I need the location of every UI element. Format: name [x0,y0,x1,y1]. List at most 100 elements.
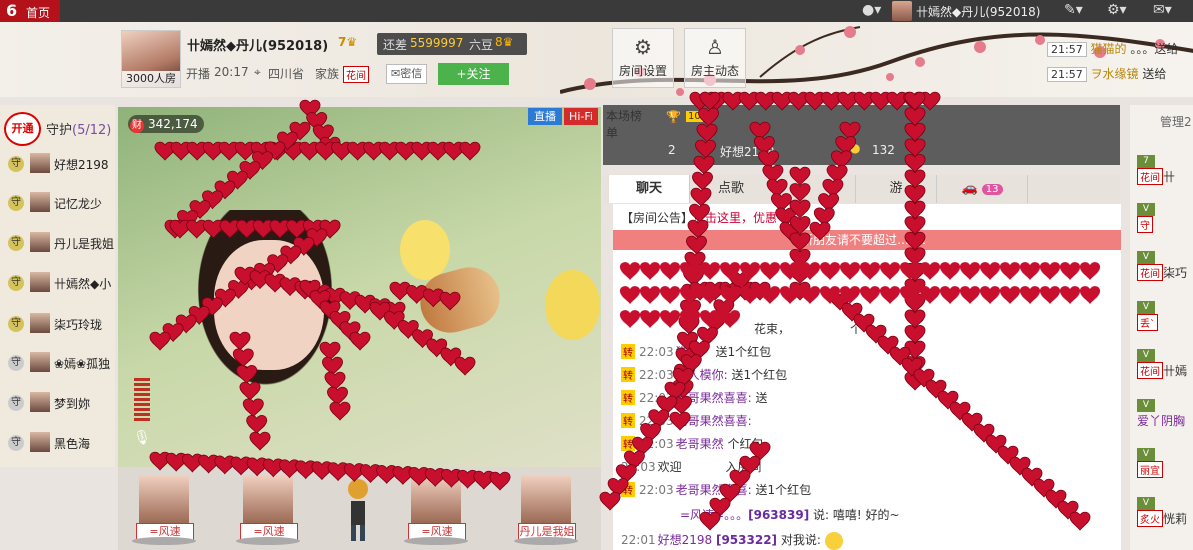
user-row[interactable]: V 花间 卄嫣 [1137,346,1193,384]
user-row[interactable]: V 花间 柒巧 [1137,248,1193,286]
family-tag[interactable]: 花间 [343,66,369,83]
mic-seat[interactable]: =风速 [132,475,196,545]
forward-badge[interactable]: 转 [621,344,635,359]
rank-first-badge: 10 [686,111,703,122]
user-row[interactable]: 7 花间卄 [1137,152,1193,190]
rank-name[interactable]: 好想2198 [720,143,775,160]
host-dynamics-button[interactable]: ♙ 房主动态 [684,28,746,88]
user-row[interactable]: V 丽宜 [1137,445,1193,483]
user-row[interactable]: V 炙火 恍莉 [1137,494,1193,532]
notice-time: 21:57 [1047,42,1087,57]
tab-song[interactable]: 点歌 [690,175,773,203]
message-user-id[interactable]: [953322] [716,533,777,547]
guard-name: 梦到妳 [54,397,91,411]
guard-badge: 守 [8,316,24,332]
tab-game[interactable]: 游 [856,175,937,203]
wealth-icon: 财 [130,119,144,133]
message-text: 对我说: [780,533,821,547]
site-logo[interactable]: 6 首页 [0,0,60,22]
forward-badge[interactable]: 转 [621,390,635,405]
home-link[interactable]: 首页 [26,4,50,21]
forward-badge[interactable]: 转 [621,367,635,382]
secret-message-button[interactable]: ✉密信 [386,64,428,84]
user-row[interactable]: V守 [1137,200,1193,238]
notice-name[interactable]: ヲ水缘镜 [1091,67,1139,81]
user-tag: 丢` [1137,314,1158,331]
announcement-link[interactable]: 点击这里，优惠 [693,211,777,225]
forward-badge[interactable]: 转 [621,482,635,497]
guard-item[interactable]: 守 丹儿是我姐 [8,231,116,255]
anchor-avatar[interactable]: 3000人房 [121,30,181,88]
hifi-tag[interactable]: Hi-Fi [564,108,598,125]
guard-item[interactable]: 守 好想2198 [8,152,116,176]
notice-name[interactable]: 猫猫的 [1091,42,1127,56]
message-user[interactable]: 猎人模你: [676,368,728,382]
anchor-name[interactable]: 卄嫣然◆丹儿(952018) [187,35,328,54]
guard-item[interactable]: 守 卄嫣然◆小 [8,271,116,295]
user-list-title[interactable]: 管理2 [1160,113,1192,130]
message-user[interactable]: =风速=。。。 [680,508,748,522]
guard-badge: 守 [8,156,24,172]
message-text: 说: 嘻嘻! 好的~ [813,508,900,522]
chat-message: 转 22:03 老哥果然 个红包 [621,435,763,452]
gap-unit: 六豆 [469,38,494,52]
message-user[interactable]: 老哥果然喜喜: [676,391,752,405]
message-user[interactable]: 猫 [676,345,688,359]
user-row[interactable]: V 丢` [1137,298,1193,336]
edit-icon[interactable]: ✎▾ [1064,2,1083,18]
tab-chat[interactable]: 聊天 [609,175,690,203]
mic-seat[interactable]: 丹儿是我姐 [514,475,578,545]
cartoon-figure[interactable] [343,475,373,545]
trophy-icon: 🏆 [666,110,681,124]
guard-badge: 守 [8,435,24,451]
gear-icon[interactable]: ⚙▾ [1107,2,1127,18]
guard-item[interactable]: 守 黑色海 [8,431,116,455]
user-level-badge: V [1137,203,1155,216]
message-user[interactable]: 好想2198 [658,533,713,547]
wealth-badge: 财 342,174 [128,115,204,133]
mail-icon[interactable]: ✉▾ [1153,2,1172,18]
microphone-icon[interactable]: 🎙 [133,430,151,450]
tab-car[interactable]: 🚗 13 [937,175,1028,203]
status-dot-icon[interactable]: ●▾ [862,2,881,18]
host-dynamics-label: 房主动态 [690,64,739,78]
user-level-badge: V [1137,251,1155,264]
user-tag: 花间 [1137,264,1163,281]
gift-notice: 21:57 ヲ水缘镜 送给 [1047,65,1193,87]
gap-value: 5599997 [410,36,464,50]
guard-item[interactable]: 守 ❀嫣❀孤独 [8,351,116,375]
guard-badge: 守 [8,355,24,371]
forward-badge[interactable]: 转 [621,436,635,451]
guard-item[interactable]: 守 记忆龙少 [8,191,116,215]
notice-text: 送给 [1142,67,1167,81]
room-settings-button[interactable]: ⚙ 房间设置 [612,28,674,88]
rank-value: 132 [872,143,895,157]
message-user[interactable]: 老哥果然喜喜: [676,483,752,497]
message-user[interactable]: 老哥果然喜喜: [676,414,752,428]
forward-badge[interactable]: 转 [621,413,635,428]
user-row[interactable]: V 爱丫阴胸 [1137,396,1193,434]
user-name: 爱丫阴胸 [1137,414,1186,428]
follow-button[interactable]: +关注 [438,63,509,85]
avatar [139,475,189,523]
guard-item[interactable]: 守 柒巧玲珑 [8,312,116,336]
message-user[interactable]: 欢迎 [658,460,682,474]
message-time: 22:03 [639,483,674,497]
rank-tab[interactable]: 本场榜单 [606,107,642,157]
room-capacity: 3000人房 [122,71,180,87]
message-user[interactable]: 老哥果然 [676,437,724,451]
mic-seat[interactable]: =风速 [236,475,300,545]
avatar [30,192,50,212]
open-guard-button[interactable]: 开通 [4,112,41,146]
mic-seat[interactable]: =风速 [404,475,468,545]
user-avatar [892,1,912,21]
message-user-id[interactable]: [963839] [748,508,809,522]
user-level-badge: V [1137,301,1155,314]
guard-item[interactable]: 守 梦到妳 [8,391,116,415]
current-user[interactable]: 卄嫣然◆丹儿(952018) [892,0,1040,22]
message-text: 入房间 [725,460,762,474]
tab-3[interactable] [773,175,856,203]
live-tag: 直播 [528,108,562,125]
next-level-crown-icon: 8♛ [495,35,514,49]
car-count: 13 [981,184,1003,195]
